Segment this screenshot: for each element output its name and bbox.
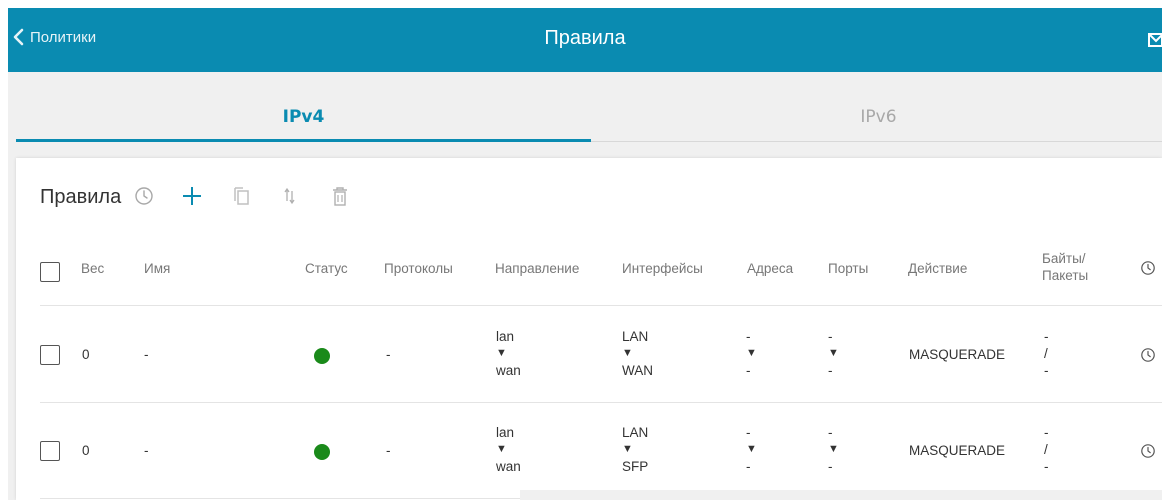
status-indicator <box>314 348 330 364</box>
packets-value: - <box>1044 459 1049 474</box>
delete-button[interactable] <box>328 184 352 208</box>
ip-version-tabs: IPv4 IPv6 <box>16 98 1162 142</box>
port-arrow: ▼ <box>828 443 839 455</box>
cell-ports: - ▼ - <box>828 424 839 475</box>
row-schedule-button[interactable] <box>1140 347 1156 368</box>
port-from: - <box>828 329 833 344</box>
direction-from: lan <box>496 329 515 344</box>
col-interfaces-header: Интерфейсы <box>622 261 703 276</box>
schedule-button[interactable] <box>132 184 156 208</box>
col-addresses-header: Адреса <box>747 261 794 276</box>
col-status-header: Статус <box>305 261 348 276</box>
interface-arrow: ▼ <box>622 443 633 455</box>
interface-to: WAN <box>622 363 653 378</box>
cell-interfaces: LAN ▼ WAN <box>622 328 653 379</box>
cell-direction: lan ▼ wan <box>496 424 521 475</box>
copy-icon <box>234 187 249 205</box>
page: Политики Правила IPv4 IPv6 Правила Вес И… <box>8 8 1162 500</box>
select-all-checkbox[interactable] <box>40 262 60 282</box>
cell-addresses: - ▼ - <box>746 424 757 475</box>
col-ports-header: Порты <box>828 261 869 276</box>
cell-ports: - ▼ - <box>828 328 839 379</box>
col-weight-header: Вес <box>81 261 105 276</box>
tab-ipv4[interactable]: IPv4 <box>16 98 591 142</box>
address-to: - <box>746 459 751 474</box>
row-divider <box>40 305 1162 306</box>
address-from: - <box>746 329 751 344</box>
port-arrow: ▼ <box>828 347 839 359</box>
row-schedule-button[interactable] <box>1140 443 1156 464</box>
clock-icon <box>135 187 153 205</box>
clock-icon <box>1141 261 1155 275</box>
section-title: Правила <box>40 186 122 208</box>
col-name-header: Имя <box>144 261 171 276</box>
direction-arrow: ▼ <box>496 347 507 359</box>
address-arrow: ▼ <box>746 443 757 455</box>
cell-action: MASQUERADE <box>909 443 1006 458</box>
direction-to: wan <box>496 459 521 474</box>
sort-arrows-icon <box>284 187 295 205</box>
interface-arrow: ▼ <box>622 347 633 359</box>
cell-weight: 0 <box>82 347 90 362</box>
tab-ipv6[interactable]: IPv6 <box>591 98 1162 142</box>
copy-button[interactable] <box>230 184 254 208</box>
cell-protocols: - <box>386 347 391 362</box>
cell-bytes-packets: - / - <box>1044 328 1049 379</box>
mail-icon[interactable] <box>1148 30 1162 50</box>
cell-interfaces: LAN ▼ SFP <box>622 424 648 475</box>
row-checkbox[interactable] <box>40 345 60 365</box>
col-protocols-header: Протоколы <box>384 261 453 276</box>
cell-protocols: - <box>386 443 391 458</box>
interface-to: SFP <box>622 459 649 474</box>
clock-icon <box>1141 444 1155 458</box>
top-bar: Политики Правила <box>8 8 1162 72</box>
trash-icon <box>333 187 347 206</box>
interface-from: LAN <box>622 329 649 344</box>
cell-action: MASQUERADE <box>909 347 1006 362</box>
port-to: - <box>828 363 833 378</box>
address-from: - <box>746 425 751 440</box>
row-divider <box>40 402 1162 403</box>
address-to: - <box>746 363 751 378</box>
bytes-value: - <box>1044 329 1049 344</box>
port-from: - <box>828 425 833 440</box>
address-arrow: ▼ <box>746 347 757 359</box>
clock-icon <box>1141 348 1155 362</box>
col-action-header: Действие <box>908 261 968 276</box>
bytes-packets-separator: / <box>1044 346 1048 361</box>
direction-from: lan <box>496 425 515 440</box>
col-bytes-packets-header: Байты/ Пакеты <box>1042 251 1089 283</box>
rules-card: Правила Вес Имя Статус Протоколы Направл… <box>16 158 1162 500</box>
status-indicator <box>314 444 330 460</box>
add-button[interactable] <box>180 184 204 208</box>
col-direction-header: Направление <box>495 261 580 276</box>
bytes-value: - <box>1044 425 1049 440</box>
cell-name: - <box>144 443 149 458</box>
sort-button[interactable] <box>278 184 302 208</box>
page-title: Правила <box>544 27 626 49</box>
plus-icon <box>183 187 201 205</box>
interface-from: LAN <box>622 425 649 440</box>
bytes-packets-separator: / <box>1044 442 1048 457</box>
cell-bytes-packets: - / - <box>1044 424 1049 475</box>
bottom-panel-edge <box>520 490 1162 500</box>
direction-arrow: ▼ <box>496 443 507 455</box>
cell-addresses: - ▼ - <box>746 328 757 379</box>
col-schedule-header <box>1140 260 1156 281</box>
cell-direction: lan ▼ wan <box>496 328 521 379</box>
row-checkbox[interactable] <box>40 441 60 461</box>
cell-weight: 0 <box>82 443 90 458</box>
port-to: - <box>828 459 833 474</box>
direction-to: wan <box>496 363 521 378</box>
packets-value: - <box>1044 363 1049 378</box>
cell-name: - <box>144 347 149 362</box>
